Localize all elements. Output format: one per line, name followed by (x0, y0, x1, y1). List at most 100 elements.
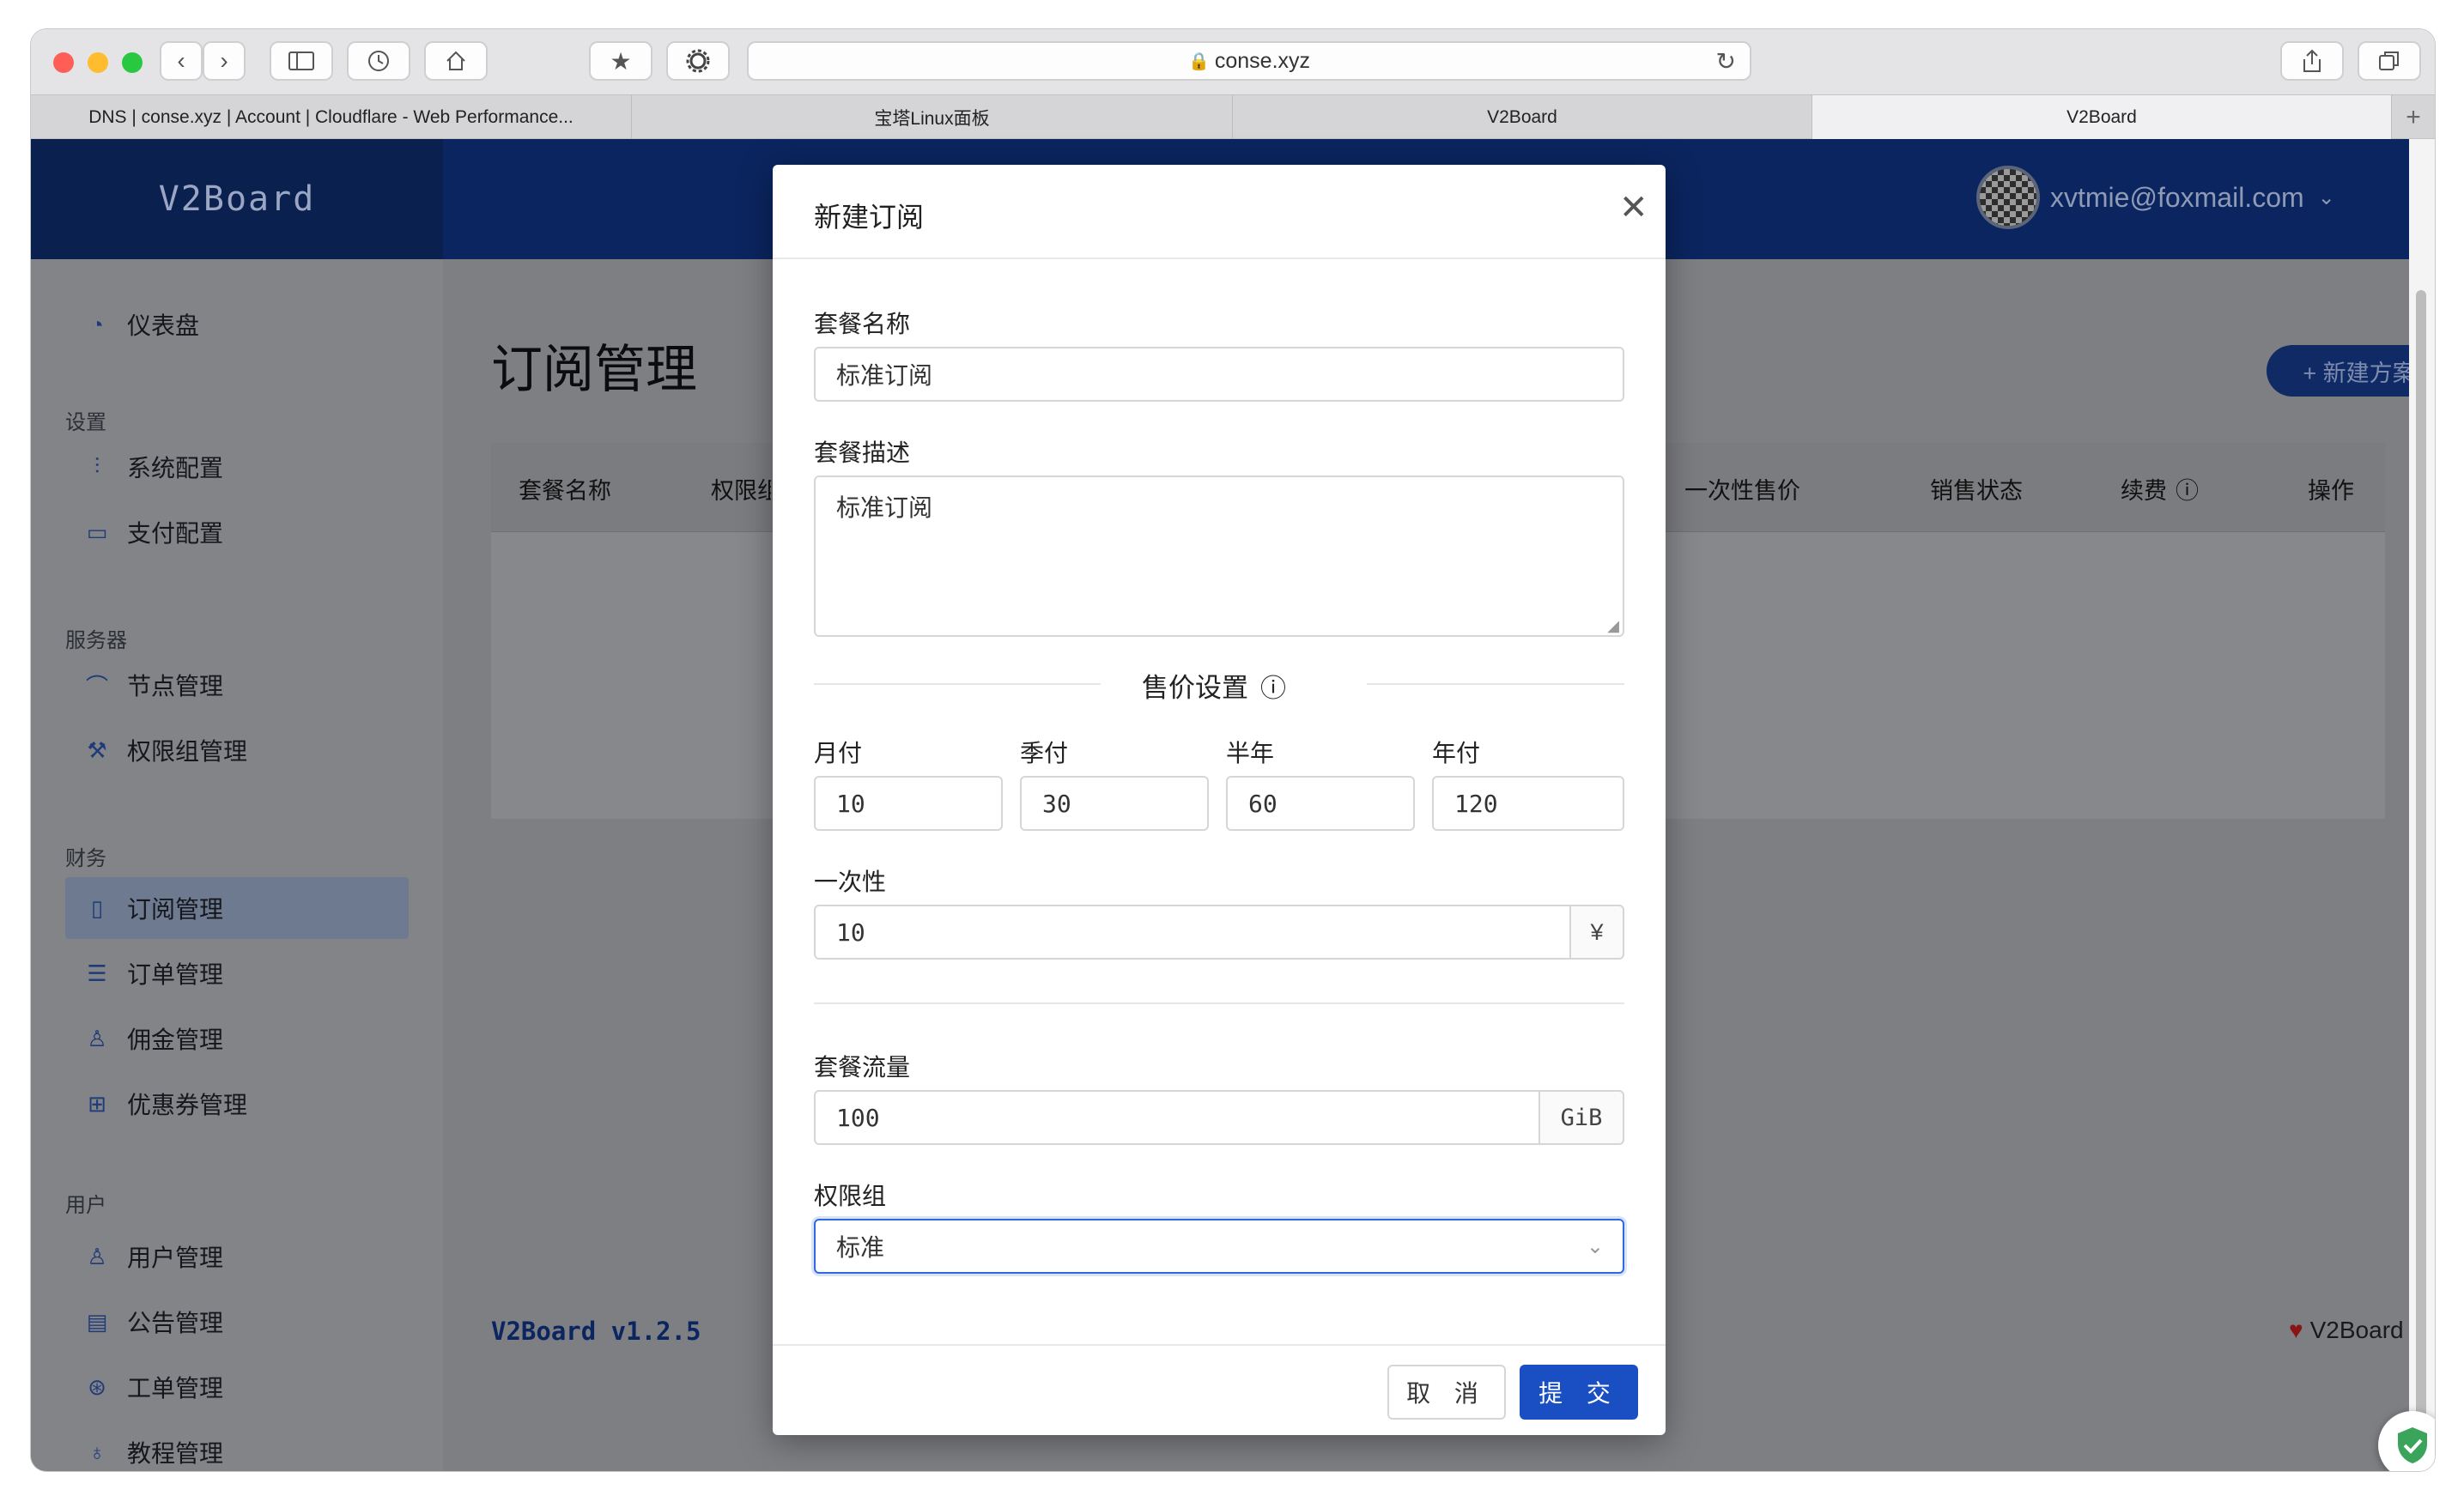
question-circle-icon[interactable]: ⓘ (2176, 472, 2199, 506)
sidebar-item-label: 教程管理 (127, 1440, 224, 1467)
divider-line (1367, 683, 1624, 685)
close-icon[interactable]: ✕ (1619, 191, 1648, 225)
sidebar: ◔ 仪表盘 设置 ⫶ 系统配置 ▭ 支付配置 服务器 ⌒ 节点管理 ⚒ 权限组管理 财务 … (31, 259, 443, 1471)
month-price-input[interactable]: 10 (814, 776, 1003, 831)
column-header-name: 套餐名称 (519, 478, 611, 504)
tab-label: V2Board (1487, 107, 1557, 127)
plan-name-label: 套餐名称 (814, 311, 911, 337)
browser-toolbar: ‹ › ★ 🔒 conse.xyz ↻ (31, 29, 2435, 94)
resize-handle-icon[interactable]: ◢ (1607, 617, 1619, 635)
sidebar-item-label: 公告管理 (127, 1310, 224, 1336)
submit-button[interactable]: 提 交 (1520, 1365, 1638, 1420)
column-header-status: 销售状态 (1930, 478, 2023, 504)
sidebar-item-tutorials[interactable]: ♁ 教程管理 (65, 1421, 409, 1471)
tab-label: V2Board (2066, 107, 2137, 127)
price-section-label: 售价设置 (1142, 673, 1248, 703)
message-icon: ▤ (86, 1308, 108, 1335)
new-plan-button[interactable]: + 新建方案 (2267, 345, 2409, 397)
credit-card-icon: ▭ (86, 518, 108, 545)
group-label: 权限组 (814, 1183, 887, 1209)
user-menu[interactable]: xvtmie@foxmail.com ⌄ (1976, 163, 2335, 232)
modal-title: 新建订阅 (814, 202, 925, 233)
bookmark-extension-icon[interactable]: ★ (589, 41, 652, 81)
sidebar-section-settings: 设置 (65, 411, 106, 434)
year-price-label: 年付 (1432, 740, 1481, 766)
onetime-price-input[interactable]: 10 (814, 905, 1571, 960)
sidebar-item-coupons[interactable]: ⊞ 优惠券管理 (65, 1073, 409, 1135)
users-icon: ♙ (87, 1243, 107, 1269)
sidebar-item-tickets[interactable]: ⊛ 工单管理 (65, 1356, 409, 1418)
quarter-price-label: 季付 (1020, 740, 1069, 766)
sidebar-item-orders[interactable]: ☰ 订单管理 (65, 942, 409, 1004)
heart-icon: ♥ (2289, 1317, 2303, 1343)
sidebar-item-label: 系统配置 (127, 455, 224, 481)
sidebar-item-groups[interactable]: ⚒ 权限组管理 (65, 719, 409, 781)
plan-name-input[interactable]: 标准订阅 (814, 347, 1624, 402)
half-year-price-input[interactable]: 60 (1226, 776, 1415, 831)
lightbulb-icon: ♁ (88, 1438, 106, 1465)
divider-line (814, 683, 1101, 685)
cancel-button[interactable]: 取 消 (1387, 1365, 1506, 1420)
tab-cloudflare[interactable]: DNS | conse.xyz | Account | Cloudflare -… (31, 95, 632, 140)
node-icon: ⌒ (85, 673, 108, 700)
price-section-heading: 售价设置 ⓘ (1142, 666, 1286, 705)
half-year-price-value: 60 (1248, 789, 1278, 818)
sidebar-item-label: 用户管理 (127, 1245, 224, 1271)
group-select[interactable]: 标准 ⌄ (814, 1219, 1624, 1274)
sidebar-section-users: 用户 (65, 1194, 106, 1217)
maximize-window-button[interactable] (122, 52, 143, 73)
scrollbar-thumb[interactable] (2416, 290, 2426, 1466)
home-icon[interactable] (424, 41, 488, 81)
plan-desc-value: 标准订阅 (836, 494, 933, 521)
share-icon[interactable] (2280, 41, 2344, 81)
back-icon[interactable]: ‹ (160, 41, 203, 81)
gift-icon: ⊞ (88, 1090, 106, 1117)
sidebar-toggle-icon[interactable] (270, 41, 333, 81)
sidebar-item-label: 仪表盘 (127, 312, 200, 339)
tab-v2board-2[interactable]: V2Board (1812, 95, 2392, 140)
plan-desc-textarea[interactable]: 标准订阅 ◢ (814, 475, 1624, 637)
address-bar[interactable]: 🔒 conse.xyz ↻ (747, 41, 1751, 81)
sidebar-item-system-config[interactable]: ⫶ 系统配置 (65, 436, 409, 498)
sidebar-item-notices[interactable]: ▤ 公告管理 (65, 1291, 409, 1353)
column-header-renew: 续费 (2121, 478, 2167, 504)
tab-overview-icon[interactable] (2358, 41, 2421, 81)
sidebar-item-commission[interactable]: ♙ 佣金管理 (65, 1008, 409, 1069)
settings-extension-icon[interactable] (666, 41, 730, 81)
sidebar-item-plans[interactable]: ▯ 订阅管理 (65, 877, 409, 939)
lock-icon: 🔒 (1187, 51, 1210, 71)
tab-v2board-1[interactable]: V2Board (1233, 95, 1812, 140)
sidebar-item-payment-config[interactable]: ▭ 支付配置 (65, 501, 409, 563)
half-year-price-label: 半年 (1226, 740, 1275, 766)
tab-baota[interactable]: 宝塔Linux面板 (632, 95, 1233, 140)
quarter-price-input[interactable]: 30 (1020, 776, 1209, 831)
column-header-actions: 操作 (2308, 478, 2354, 504)
modal-footer: 取 消 提 交 (773, 1344, 1666, 1435)
sidebar-item-label: 佣金管理 (127, 1027, 224, 1053)
close-window-button[interactable] (53, 52, 74, 73)
app-logo[interactable]: V2Board (31, 139, 443, 259)
wrench-icon: ⚒ (87, 736, 107, 763)
modal-header: 新建订阅 ✕ (773, 165, 1666, 259)
sidebar-item-dashboard[interactable]: ◔ 仪表盘 (65, 294, 409, 355)
page-scrollbar[interactable] (2409, 139, 2435, 1471)
traffic-input[interactable]: 100 (814, 1090, 1540, 1145)
month-price-label: 月付 (814, 740, 863, 766)
info-circle-icon[interactable]: ⓘ (1260, 667, 1286, 705)
onetime-price-value: 10 (836, 918, 865, 947)
list-icon: ☰ (87, 960, 107, 986)
forward-icon[interactable]: › (203, 41, 246, 81)
traffic-value: 100 (836, 1103, 880, 1132)
year-price-input[interactable]: 120 (1432, 776, 1624, 831)
history-icon[interactable] (347, 41, 410, 81)
new-tab-button[interactable]: + (2392, 95, 2435, 140)
reload-icon[interactable]: ↻ (1716, 47, 1736, 76)
footer-brand-label: V2Board (2309, 1317, 2404, 1343)
sidebar-item-nodes[interactable]: ⌒ 节点管理 (65, 654, 409, 716)
sidebar-item-users[interactable]: ♙ 用户管理 (65, 1226, 409, 1287)
sidebar-item-label: 工单管理 (127, 1375, 224, 1402)
divider-line (814, 1002, 1624, 1004)
minimize-window-button[interactable] (88, 52, 108, 73)
sliders-icon: ⫶ (94, 453, 100, 479)
column-header-onetime-price: 一次性售价 (1684, 478, 1800, 504)
